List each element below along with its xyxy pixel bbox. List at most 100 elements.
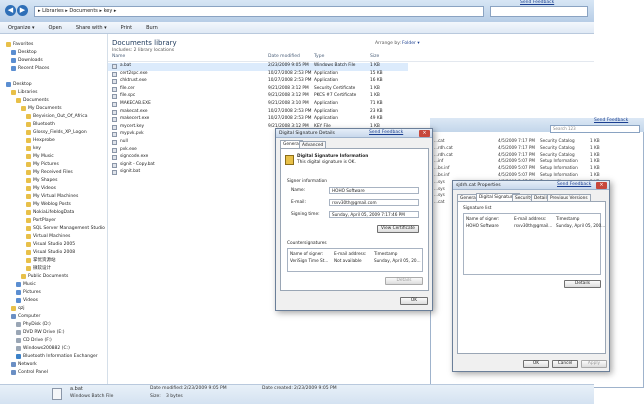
signature-details-button[interactable]: Details (564, 280, 601, 288)
file-row[interactable]: makecat.exe 10/27/2008 2:53 PM Application… (108, 109, 408, 117)
column-date-modified[interactable]: Date modified (268, 54, 300, 59)
nav-item[interactable]: Downloads (11, 56, 43, 64)
nav-item[interactable]: Bluetooth Information Exchanger (16, 352, 98, 360)
back-button[interactable]: ◀ (5, 5, 16, 16)
nav-item[interactable]: Favorites (6, 40, 33, 48)
nav-item[interactable]: SQL Server Management Studio (26, 224, 105, 232)
nav-item[interactable]: Visual Studio 2008 (26, 248, 75, 256)
file-type: PKCS #7 Certificate (314, 93, 357, 99)
nav-item-label: Glossy_Fields_XP_Logon (33, 129, 87, 135)
nav-item[interactable]: My Received Files (26, 168, 73, 176)
file-row[interactable]: a.bat 2/23/2009 9:05 PM Windows Batch File… (108, 63, 408, 71)
file-row[interactable]: file.cer 9/21/2008 3:12 PM Security Certif… (108, 86, 408, 94)
signature-timestamp[interactable]: Sunday, April 05, 200... (556, 223, 605, 228)
properties-close-icon[interactable]: × (596, 182, 607, 189)
nav-item[interactable]: Videos (16, 296, 38, 304)
nav-item[interactable]: Public Documents (21, 272, 68, 280)
signer-email-field[interactable]: rsvv30th@gmail.com (329, 199, 419, 206)
nav-item[interactable]: My Music (26, 152, 54, 160)
countersig-timestamp[interactable]: Sunday, April 05, 20... (374, 258, 421, 263)
ok-button[interactable]: OK (400, 297, 428, 305)
nav-item[interactable]: My Videos (26, 184, 56, 192)
nav-item[interactable]: Hexprobe (26, 136, 55, 144)
nav-item[interactable]: Beyvision_Out_Of_Africa (26, 112, 88, 120)
nav-item[interactable]: key (26, 144, 41, 152)
close-icon[interactable]: × (419, 130, 430, 137)
file-row[interactable]: file.spc 9/21/2008 3:12 PM PKCS #7 Certifi… (108, 93, 408, 101)
file-row[interactable]: makecert.exe 10/27/2008 2:53 PM Applicatio… (108, 116, 408, 124)
secondary-file-type: Security Catalog (540, 138, 575, 143)
file-size: 16 KB (370, 78, 383, 84)
nav-item[interactable]: Windows200882 (C:) (16, 344, 70, 352)
file-row[interactable]: chktrust.exe 10/27/2008 2:53 PM Applicatio… (108, 78, 408, 86)
digital-signatures-panel: Signature list Name of signer: E-mail ad… (457, 201, 606, 354)
countersig-details-button[interactable]: Details (385, 277, 423, 285)
nav-item[interactable]: My Shapes (26, 176, 57, 184)
nav-item[interactable]: CD Drive (F:) (16, 336, 52, 344)
nav-item[interactable]: Virtual Machines (26, 232, 70, 240)
dialog-send-feedback-link[interactable]: Send Feedback (369, 130, 403, 135)
file-date: 9/21/2008 3:12 PM (268, 85, 309, 91)
nav-item[interactable]: Libraries (11, 88, 37, 96)
search-input[interactable] (490, 6, 588, 17)
nav-item[interactable]: Documents (16, 96, 49, 104)
nav-item[interactable]: 掌优资源站 (26, 256, 56, 264)
ok-button[interactable]: OK (523, 360, 549, 368)
nav-item[interactable]: NokiaLifeblogData (26, 208, 74, 216)
secondary-search-input[interactable]: Search 123 (550, 125, 640, 133)
nav-item[interactable]: Desktop (6, 80, 32, 88)
tab-advanced[interactable]: Advanced (299, 141, 327, 148)
secondary-file-name: ...cat (434, 138, 445, 143)
print-button[interactable]: Print (121, 25, 133, 31)
countersig-signer[interactable]: VeriSign Time St... (290, 258, 328, 263)
folder-icon (11, 361, 16, 367)
send-feedback-link[interactable]: Send Feedback (520, 0, 554, 5)
signer-name-field[interactable]: HOHO Software (329, 187, 419, 194)
nav-item[interactable]: Bluetooth (26, 120, 55, 128)
nav-item-label: Control Panel (18, 369, 48, 375)
nav-item[interactable]: My Virtual Machines (26, 192, 78, 200)
nav-item[interactable]: My Documents (21, 104, 62, 112)
file-row[interactable]: MAKECAB.EXE 9/21/2008 3:10 PM Application 7… (108, 101, 408, 109)
file-size: 15 KB (370, 70, 383, 76)
open-button[interactable]: Open (49, 25, 62, 31)
burn-button[interactable]: Burn (146, 25, 158, 31)
forward-button[interactable]: ▶ (17, 5, 28, 16)
signature-signer[interactable]: HOHO Software (466, 223, 499, 228)
file-row[interactable]: cert2spc.exe 10/27/2008 2:53 PM Applicatio… (108, 71, 408, 79)
nav-item[interactable]: Recent Places (11, 64, 49, 72)
tab-previous-versions[interactable]: Previous Versions (547, 194, 591, 201)
nav-item[interactable]: Desktop (11, 48, 37, 56)
nav-item[interactable]: Control Panel (11, 368, 48, 376)
nav-item[interactable]: Network (11, 360, 37, 368)
nav-item[interactable]: Computer (11, 312, 40, 320)
address-bar[interactable]: ▸ Libraries ▸ Documents ▸ key ▸ (34, 6, 484, 17)
nav-item[interactable]: PortPlayer (26, 216, 56, 224)
signature-email[interactable]: rsvv30th@gmail... (514, 223, 552, 228)
nav-item[interactable]: DVD RW Drive (E:) (16, 328, 64, 336)
arrange-by-dropdown[interactable]: Folder ▾ (402, 41, 420, 46)
column-size[interactable]: Size (370, 54, 379, 59)
nav-item[interactable]: My Pictures (26, 160, 59, 168)
share-with-button[interactable]: Share with ▾ (76, 25, 107, 31)
signature-status-text: This digital signature is OK. (297, 160, 356, 165)
nav-item[interactable]: My Weblog Posts (26, 200, 71, 208)
organize-button[interactable]: Organize ▾ (8, 25, 35, 31)
signing-time-field[interactable]: Sunday, April 05, 2009 7:17:46 PM (329, 211, 419, 218)
apply-button[interactable]: Apply (581, 360, 607, 368)
nav-item[interactable]: 微软设计 (26, 264, 51, 272)
nav-item[interactable]: qzj (11, 304, 24, 312)
nav-item[interactable]: Glossy_Fields_XP_Logon (26, 128, 87, 136)
cancel-button[interactable]: Cancel (552, 360, 578, 368)
countersig-email[interactable]: Not available (334, 258, 362, 263)
column-type[interactable]: Type (314, 54, 324, 59)
nav-item[interactable]: Music (16, 280, 36, 288)
view-certificate-button[interactable]: View Certificate (377, 225, 419, 233)
nav-item[interactable]: Visual Studio 2005 (26, 240, 75, 248)
secondary-send-feedback-link[interactable]: Send Feedback (594, 118, 628, 123)
properties-send-feedback-link[interactable]: Send Feedback (557, 182, 591, 187)
nav-item[interactable]: Pictures (16, 288, 41, 296)
nav-item[interactable]: PhyDisk (D:) (16, 320, 51, 328)
column-name[interactable]: Name (112, 54, 125, 59)
col-email: E-mail address: (334, 251, 367, 256)
